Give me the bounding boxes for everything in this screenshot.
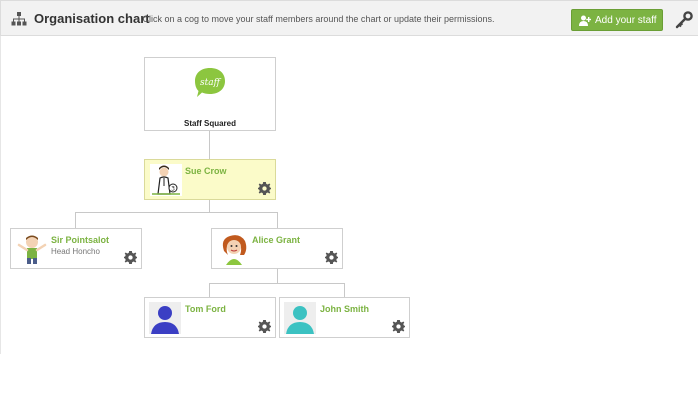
avatar bbox=[222, 235, 247, 265]
page-instructions: - Click on a cog to move your staff memb… bbox=[137, 14, 495, 24]
avatar: 3 bbox=[150, 164, 182, 196]
avatar bbox=[284, 302, 316, 334]
staff-role: Head Honcho bbox=[51, 247, 100, 256]
cog-icon[interactable] bbox=[258, 320, 271, 333]
staff-card-tom-ford: Tom Ford bbox=[144, 297, 276, 338]
add-staff-label: Add your staff bbox=[595, 15, 657, 26]
staff-card-sir-pointsalot: Sir Pointsalot Head Honcho bbox=[10, 228, 142, 269]
org-chart-icon bbox=[11, 12, 27, 26]
staff-name: Sue Crow bbox=[185, 166, 227, 176]
connector-line bbox=[209, 283, 210, 297]
cog-icon[interactable] bbox=[392, 320, 405, 333]
avatar bbox=[149, 302, 181, 334]
cog-icon[interactable] bbox=[124, 251, 137, 264]
cog-icon[interactable] bbox=[258, 182, 271, 195]
staff-card-alice-grant: Alice Grant bbox=[211, 228, 343, 269]
connector-line bbox=[277, 268, 278, 283]
page-header: Organisation chart - Click on a cog to m… bbox=[0, 0, 698, 36]
connector-line bbox=[209, 131, 210, 159]
company-card: staff Staff Squared bbox=[144, 57, 276, 131]
staff-squared-logo: staff bbox=[195, 68, 225, 97]
staff-card-sue-crow: 3 Sue Crow bbox=[144, 159, 276, 200]
connector-line bbox=[344, 283, 345, 297]
add-user-icon bbox=[579, 15, 591, 26]
logo-text: staff bbox=[200, 78, 222, 88]
staff-card-john-smith: John Smith bbox=[279, 297, 410, 338]
staff-name: Sir Pointsalot bbox=[51, 235, 110, 245]
connector-line bbox=[209, 283, 344, 284]
key-icon[interactable] bbox=[675, 11, 693, 29]
staff-name: Tom Ford bbox=[185, 304, 226, 314]
connector-line bbox=[209, 200, 210, 212]
content-border bbox=[0, 36, 1, 354]
connector-line bbox=[75, 212, 278, 213]
avatar bbox=[17, 235, 47, 264]
company-name: Staff Squared bbox=[183, 119, 236, 128]
cog-icon[interactable] bbox=[325, 251, 338, 264]
connector-line bbox=[277, 212, 278, 228]
page-title: Organisation chart bbox=[34, 11, 150, 26]
staff-name: Alice Grant bbox=[252, 235, 301, 245]
connector-line bbox=[75, 212, 76, 228]
add-staff-button[interactable]: Add your staff bbox=[571, 9, 663, 31]
staff-name: John Smith bbox=[320, 304, 369, 314]
svg-text:3: 3 bbox=[171, 186, 175, 193]
